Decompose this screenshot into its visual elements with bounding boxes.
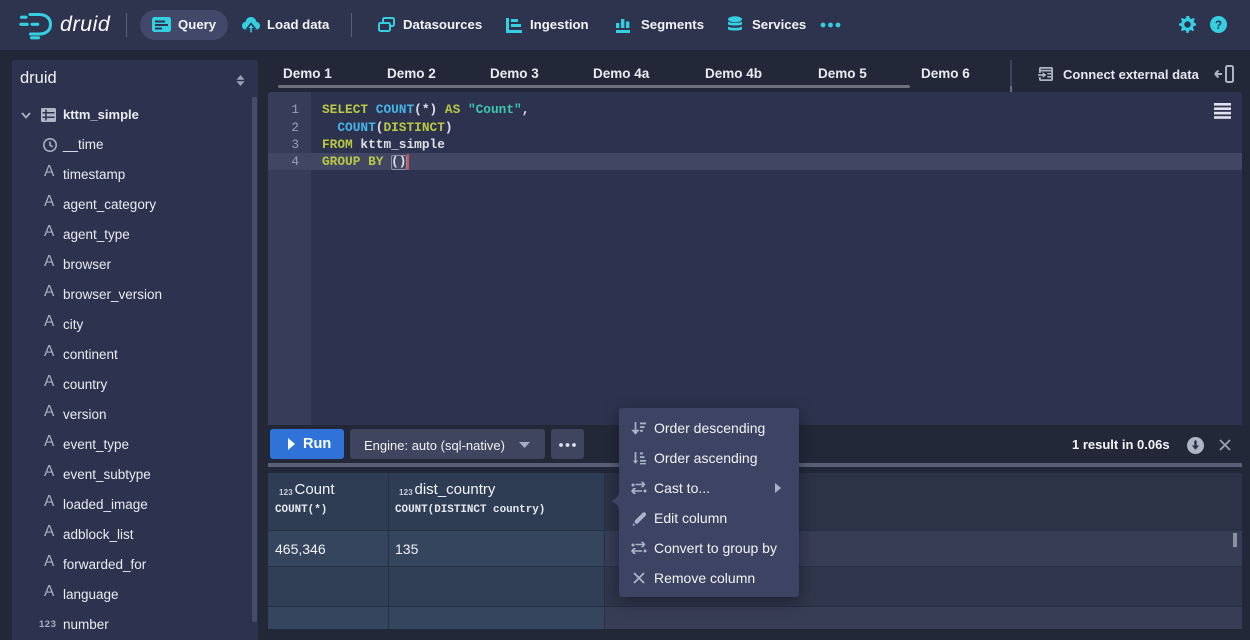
- svg-text:?: ?: [1215, 20, 1222, 32]
